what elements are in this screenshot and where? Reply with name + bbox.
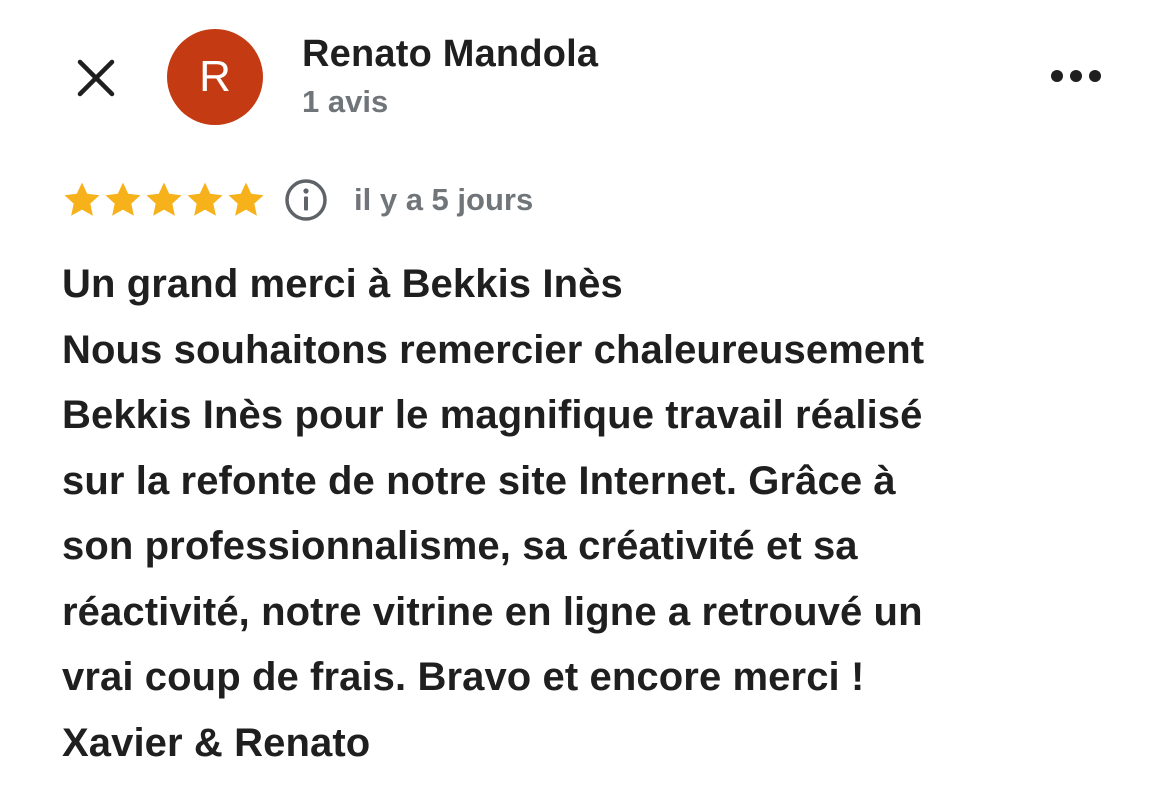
review-line: Un grand merci à Bekkis Inès bbox=[62, 262, 623, 306]
star-rating bbox=[62, 180, 266, 220]
avatar-initial: R bbox=[199, 52, 231, 101]
close-icon bbox=[77, 59, 115, 97]
more-options-icon bbox=[1051, 70, 1101, 82]
review-date: il y a 5 jours bbox=[354, 182, 534, 217]
close-button[interactable] bbox=[70, 52, 122, 104]
star-icon bbox=[187, 182, 223, 216]
author-info: Renato Mandola 1 avis bbox=[302, 30, 598, 122]
review-text: Un grand merci à Bekkis Inès Nous souhai… bbox=[62, 252, 1142, 776]
star-icon bbox=[64, 182, 100, 216]
review-line: son professionnalisme, sa créativité et … bbox=[62, 524, 858, 568]
star-icon bbox=[146, 182, 182, 216]
info-icon bbox=[285, 179, 327, 221]
star-icon bbox=[105, 182, 141, 216]
review-line: Xavier & Renato bbox=[62, 720, 371, 765]
author-name[interactable]: Renato Mandola bbox=[302, 30, 598, 78]
rating-row: il y a 5 jours bbox=[62, 176, 533, 224]
review-line: sur la refonte de notre site Internet. G… bbox=[62, 458, 896, 503]
review-line: réactivité, notre vitrine en ligne a ret… bbox=[62, 589, 923, 634]
review-detail-page: R Renato Mandola 1 avis il y a 5 jours U… bbox=[0, 0, 1170, 809]
review-line: vrai coup de frais. Bravo et encore merc… bbox=[62, 655, 865, 699]
more-options-button[interactable] bbox=[1046, 56, 1106, 96]
review-line: Nous souhaitons remercier chaleureusemen… bbox=[62, 327, 925, 372]
review-count: 1 avis bbox=[302, 84, 389, 119]
review-line: Bekkis Inès pour le magnifique travail r… bbox=[62, 393, 923, 437]
info-button[interactable] bbox=[284, 178, 328, 222]
avatar[interactable]: R bbox=[167, 29, 263, 125]
star-icon bbox=[228, 182, 264, 216]
